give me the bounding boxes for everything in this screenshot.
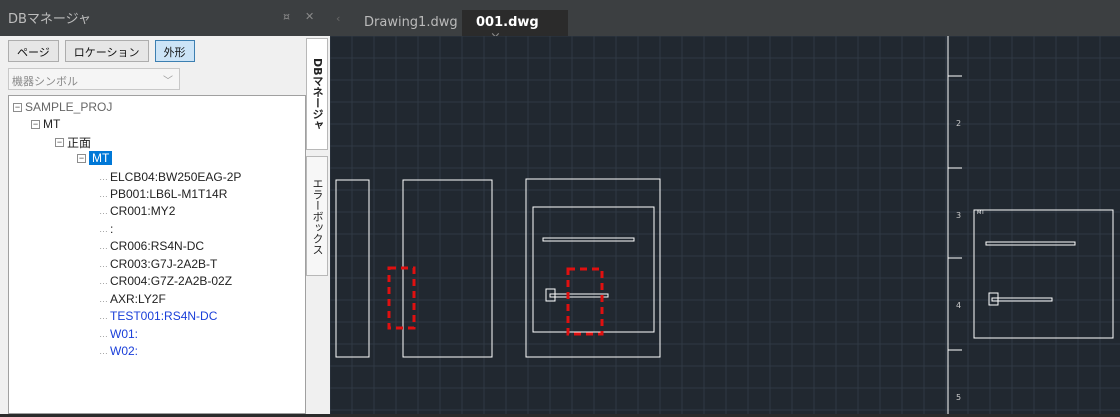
tree-item-label: CR001:MY2 (110, 204, 176, 218)
db-manager-panel: DBマネージャ ¤ ✕ ページ ロケーション 外形 機器シンボル ﹀ − SAM… (0, 0, 330, 414)
rail-symbol[interactable] (549, 293, 609, 298)
tree-item[interactable]: … TEST001:RS4N-DC (99, 309, 217, 323)
tree-item-label: CR006:RS4N-DC (110, 239, 205, 253)
panel-outline[interactable] (402, 179, 493, 358)
tab-db-manager[interactable]: DBマネージャ (306, 38, 328, 150)
tree-item-label: CR004:G7Z-2A2B-02Z (110, 274, 233, 288)
tree-item[interactable]: … CR004:G7Z-2A2B-02Z (99, 274, 232, 288)
collapse-icon[interactable]: − (31, 119, 40, 129)
device-outline[interactable] (973, 209, 1114, 339)
tree-node-root[interactable]: − SAMPLE_PROJ (13, 100, 112, 114)
collapse-icon[interactable]: − (55, 138, 64, 147)
drawing-canvas[interactable]: 2 3 4 5 MT (329, 35, 1120, 414)
symbol-type-select[interactable]: 機器シンボル ﹀ (8, 68, 180, 90)
outline-button[interactable]: 外形 (154, 40, 195, 62)
ruler-label: 2 (956, 119, 961, 128)
location-button[interactable]: ロケーション (64, 40, 149, 62)
tree-item-label: W01: (110, 327, 139, 341)
tree-node-front[interactable]: − 正面 (55, 134, 91, 151)
tab-scroll-icon[interactable]: ‹ (336, 12, 340, 25)
rail-symbol[interactable] (985, 241, 1076, 246)
tree-item[interactable]: … AXR:LY2F (99, 292, 166, 306)
tab-error-box[interactable]: エラーボックス (306, 156, 328, 276)
chevron-down-icon[interactable]: ﹀ (163, 72, 173, 87)
tree-item-label: : (110, 222, 114, 236)
tree-label-selected: MT (89, 151, 113, 165)
tree-item[interactable]: … PB001:LB6L-M1T14R (99, 187, 227, 201)
tab-001[interactable]: 001.dwg × (462, 10, 568, 45)
ruler-label: 5 (956, 393, 961, 402)
tree-item[interactable]: … W01: (99, 327, 138, 341)
tree-item-label: W02: (110, 344, 139, 358)
db-tree[interactable]: − SAMPLE_PROJ − MT − 正面 − MT … ELCB04:BW2… (8, 95, 306, 414)
view-button-group: ページ ロケーション 外形 (8, 40, 195, 62)
document-tab-bar: ‹ Drawing1.dwg 001.dwg × (330, 0, 1120, 45)
tab-label: 001.dwg (476, 15, 539, 30)
tree-item[interactable]: …: (99, 222, 113, 236)
collapse-icon[interactable]: − (77, 153, 86, 163)
symbol-type-value: 機器シンボル (12, 75, 78, 88)
tree-item[interactable]: … CR003:G7J-2A2B-T (99, 257, 217, 271)
collapse-icon[interactable]: − (13, 102, 22, 112)
tree-item-label: TEST001:RS4N-DC (110, 309, 218, 323)
close-icon[interactable]: ✕ (305, 10, 314, 23)
rail-symbol[interactable] (542, 237, 635, 242)
drawing-svg: 2 3 4 5 MT (329, 35, 1120, 414)
panel-title-text: DBマネージャ (8, 12, 92, 27)
tree-item-label: ELCB04:BW250EAG-2P (110, 170, 242, 184)
tree-node-mt-selected[interactable]: − MT (77, 151, 113, 165)
tree-item-label: AXR:LY2F (110, 292, 166, 306)
pin-icon[interactable]: ¤ (283, 10, 290, 23)
side-tab-strip: DBマネージャ エラーボックス (306, 36, 330, 414)
highlight-box (387, 266, 416, 330)
tab-drawing1[interactable]: Drawing1.dwg (350, 10, 460, 36)
tab-label: Drawing1.dwg (364, 15, 458, 30)
tree-label: 正面 (67, 136, 92, 150)
ruler-label: 4 (956, 301, 961, 310)
tree-item[interactable]: … W02: (99, 344, 138, 358)
tree-item[interactable]: … CR001:MY2 (99, 204, 175, 218)
tree-item[interactable]: … ELCB04:BW250EAG-2P (99, 170, 241, 184)
tree-item-label: CR003:G7J-2A2B-T (110, 257, 218, 271)
ruler-label: 3 (956, 211, 961, 220)
block-tag: MT (977, 210, 985, 216)
tree-label: SAMPLE_PROJ (25, 100, 113, 114)
highlight-box (566, 267, 604, 336)
page-button[interactable]: ページ (8, 40, 59, 62)
tree-node-mt[interactable]: − MT (31, 117, 60, 131)
tree-item-label: PB001:LB6L-M1T14R (110, 187, 228, 201)
panel-title: DBマネージャ (0, 0, 330, 36)
tree-label: MT (43, 117, 61, 131)
tree-item[interactable]: … CR006:RS4N-DC (99, 239, 204, 253)
